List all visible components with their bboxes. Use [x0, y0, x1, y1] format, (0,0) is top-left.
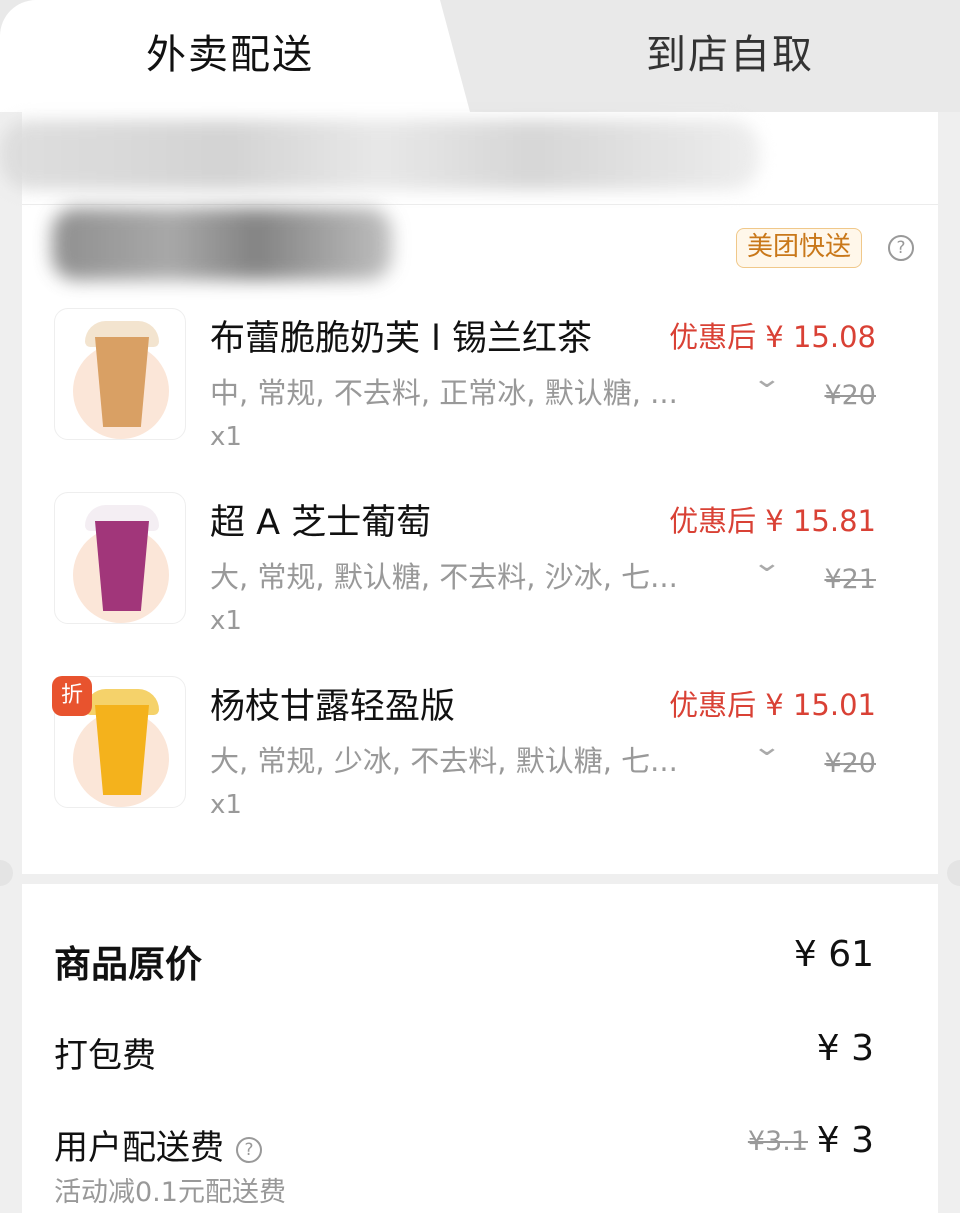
- delivery-fee-label: 用户配送费: [54, 1128, 224, 1168]
- divider: [22, 204, 938, 205]
- delivery-fee-original: ¥3.1: [747, 1126, 808, 1157]
- item-quantity: x1: [210, 422, 242, 452]
- delivery-fee-label-group: 用户配送费?: [54, 1120, 262, 1169]
- item-original-price: ¥21: [824, 564, 876, 595]
- item-specs: 大, 常规, 少冰, 不去料, 默认糖, 七...: [210, 744, 678, 778]
- original-price-value: ¥ 61: [793, 934, 874, 975]
- item-name: 杨枝甘露轻盈版: [210, 687, 456, 727]
- order-item: 布蕾脆脆奶芙 l 锡兰红茶 优惠后 ¥ 15.08 中, 常规, 不去料, 正常…: [22, 308, 938, 458]
- item-specs: 大, 常规, 默认糖, 不去料, 沙冰, 七...: [210, 560, 678, 594]
- delivery-fee-note: 活动减0.1元配送费: [54, 1177, 286, 1208]
- chevron-down-icon[interactable]: ⌄: [752, 548, 783, 578]
- card-notch-right: [947, 860, 960, 886]
- item-quantity: x1: [210, 790, 242, 820]
- item-discounted-price: 优惠后 ¥ 15.08: [669, 320, 876, 354]
- item-name: 超 A 芝士葡萄: [210, 503, 432, 543]
- order-item: 折 杨枝甘露轻盈版 优惠后 ¥ 15.01 大, 常规, 少冰, 不去料, 默认…: [22, 676, 938, 826]
- original-price-label: 商品原价: [54, 943, 202, 986]
- item-specs: 中, 常规, 不去料, 正常冰, 默认糖, ...: [210, 376, 678, 410]
- packing-fee-value: ¥ 3: [816, 1028, 874, 1069]
- address-redacted: [0, 120, 760, 190]
- cup: [95, 337, 149, 427]
- tab-pickup-label[interactable]: 到店自取: [500, 22, 960, 80]
- order-mode-tabs: 外卖配送 到店自取: [0, 0, 960, 112]
- help-icon[interactable]: ?: [236, 1137, 262, 1163]
- card-notch-left: [0, 860, 13, 886]
- item-discounted-price: 优惠后 ¥ 15.81: [669, 504, 876, 538]
- shop-name-redacted: [52, 208, 392, 280]
- item-original-price: ¥20: [824, 748, 876, 779]
- delivery-service-badge: 美团快送: [736, 228, 863, 268]
- discount-tag: 折: [52, 676, 92, 716]
- cup: [95, 521, 149, 611]
- chevron-down-icon[interactable]: ⌄: [752, 732, 783, 762]
- item-name: 布蕾脆脆奶芙 l 锡兰红茶: [210, 319, 592, 359]
- product-image: [54, 492, 186, 624]
- price-summary: 商品原价 ¥ 61 打包费 ¥ 3 用户配送费? ¥3.1 ¥ 3 活动减0.1…: [22, 884, 938, 1213]
- item-original-price: ¥20: [824, 380, 876, 411]
- chevron-down-icon[interactable]: ⌄: [752, 364, 783, 394]
- tab-delivery-label[interactable]: 外卖配送: [0, 22, 460, 80]
- order-card: 美团快送 ? 布蕾脆脆奶芙 l 锡兰红茶 优惠后 ¥ 15.08 中, 常规, …: [0, 112, 938, 874]
- item-discounted-price: 优惠后 ¥ 15.01: [669, 688, 876, 722]
- packing-fee-label: 打包费: [54, 1036, 156, 1076]
- delivery-address[interactable]: [0, 112, 938, 212]
- help-icon[interactable]: ?: [888, 235, 914, 261]
- delivery-fee-value: ¥ 3: [816, 1120, 874, 1161]
- order-item: 超 A 芝士葡萄 优惠后 ¥ 15.81 大, 常规, 默认糖, 不去料, 沙冰…: [22, 492, 938, 642]
- product-image: [54, 308, 186, 440]
- cup: [95, 705, 149, 795]
- item-quantity: x1: [210, 606, 242, 636]
